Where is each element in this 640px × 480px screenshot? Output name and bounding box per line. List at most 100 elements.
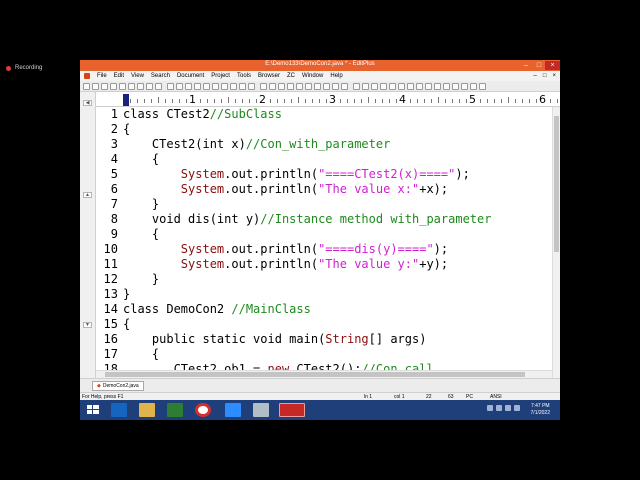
menu-window[interactable]: Window — [302, 73, 323, 79]
toolbar-button-icon[interactable] — [362, 82, 369, 90]
toolbar-button-icon[interactable] — [287, 82, 294, 90]
code-line[interactable]: 2{ — [96, 122, 552, 137]
code-line[interactable]: 17 { — [96, 347, 552, 362]
app-icon[interactable] — [253, 403, 269, 417]
toolbar-button-icon[interactable] — [278, 82, 285, 90]
toolbar-button-icon[interactable] — [185, 82, 192, 90]
toolbar-button-icon[interactable] — [416, 82, 423, 90]
document-close-icon[interactable]: × — [552, 73, 556, 79]
toolbar-button-icon[interactable] — [314, 82, 321, 90]
toolbar-button-icon[interactable] — [371, 82, 378, 90]
vertical-scroll-thumb[interactable] — [554, 116, 559, 252]
code-line[interactable]: 1 class CTest2//SubClass — [96, 107, 552, 122]
start-button-windows-icon[interactable] — [85, 403, 101, 417]
code-line[interactable]: 5 System.out.println("====CTest2(x)===="… — [96, 167, 552, 182]
tray-flag-icon[interactable] — [514, 405, 520, 411]
toolbar-button-icon[interactable] — [479, 82, 486, 90]
menu-tools[interactable]: Tools — [237, 73, 251, 79]
toolbar-button-icon[interactable] — [248, 82, 255, 90]
toolbar-button-icon[interactable] — [470, 82, 477, 90]
panel-arrow-up-icon[interactable]: ▲ — [83, 192, 92, 198]
minimize-icon[interactable]: – — [520, 61, 532, 70]
code-line[interactable]: 8 void dis(int y)//Instance method with_… — [96, 212, 552, 227]
toolbar-button-icon[interactable] — [128, 82, 135, 90]
code-line[interactable]: 9 { — [96, 227, 552, 242]
horizontal-scroll-thumb[interactable] — [105, 372, 525, 377]
toolbar-button-icon[interactable] — [305, 82, 312, 90]
menu-edit[interactable]: Edit — [114, 73, 124, 79]
toolbar-button-icon[interactable] — [119, 82, 126, 90]
menu-document[interactable]: Document — [177, 73, 204, 79]
document-minimize-icon[interactable]: – — [534, 73, 537, 79]
toolbar-button-icon[interactable] — [146, 82, 153, 90]
toolbar-button-icon[interactable] — [137, 82, 144, 90]
toolbar-button-icon[interactable] — [269, 82, 276, 90]
excel-icon[interactable] — [167, 403, 183, 417]
menu-file[interactable]: File — [97, 73, 107, 79]
chrome-icon[interactable] — [195, 403, 211, 417]
toolbar-button-icon[interactable] — [221, 82, 228, 90]
menu-view[interactable]: View — [131, 73, 144, 79]
toolbar-button-icon[interactable] — [398, 82, 405, 90]
taskbar-clock[interactable]: 7:47 PM 7/1/2022 — [531, 403, 550, 417]
toolbar-button-icon[interactable] — [230, 82, 237, 90]
code-line[interactable]: 4 { — [96, 152, 552, 167]
tray-network-icon[interactable] — [496, 405, 502, 411]
internet-explorer-icon[interactable] — [111, 403, 127, 417]
tray-volume-icon[interactable] — [505, 405, 511, 411]
toolbar-button-icon[interactable] — [296, 82, 303, 90]
toolbar-button-icon[interactable] — [167, 82, 174, 90]
toolbar-button-icon[interactable] — [176, 82, 183, 90]
toolbar-button-icon[interactable] — [239, 82, 246, 90]
toolbar-button-icon[interactable] — [83, 82, 90, 90]
toolbar-button-icon[interactable] — [203, 82, 210, 90]
toolbar-button-icon[interactable] — [380, 82, 387, 90]
menu-project[interactable]: Project — [211, 73, 230, 79]
code-line[interactable]: 7 } — [96, 197, 552, 212]
toolbar-button-icon[interactable] — [155, 82, 162, 90]
toolbar-button-icon[interactable] — [101, 82, 108, 90]
code-line[interactable]: 14 class DemoCon2 //MainClass — [96, 302, 552, 317]
code-line[interactable]: 6 System.out.println("The value x:"+x); — [96, 182, 552, 197]
toolbar-button-icon[interactable] — [434, 82, 441, 90]
editplus-taskbar-icon[interactable] — [279, 403, 305, 417]
toolbar-button-icon[interactable] — [92, 82, 99, 90]
menu-browser[interactable]: Browser — [258, 73, 280, 79]
code-line[interactable]: 13} — [96, 287, 552, 302]
code-line[interactable]: 11 System.out.println("The value y:"+y); — [96, 257, 552, 272]
toolbar-button-icon[interactable] — [194, 82, 201, 90]
horizontal-scrollbar[interactable] — [96, 370, 552, 378]
panel-arrow-left-icon[interactable]: ◀ — [83, 100, 92, 106]
toolbar-button-icon[interactable] — [461, 82, 468, 90]
code-line[interactable]: 10 System.out.println("====dis(y)===="); — [96, 242, 552, 257]
menu-help[interactable]: Help — [330, 73, 342, 79]
toolbar-button-icon[interactable] — [323, 82, 330, 90]
panel-arrow-down-icon[interactable]: ▼ — [83, 322, 92, 328]
maximize-icon[interactable]: □ — [533, 61, 545, 70]
code-line[interactable]: 12 } — [96, 272, 552, 287]
toolbar-button-icon[interactable] — [425, 82, 432, 90]
tab-democon2[interactable]: ◆ DemoCon2.java — [92, 381, 144, 391]
toolbar-button-icon[interactable] — [389, 82, 396, 90]
toolbar-button-icon[interactable] — [110, 82, 117, 90]
toolbar-button-icon[interactable] — [212, 82, 219, 90]
close-icon[interactable]: × — [545, 61, 560, 70]
toolbar-button-icon[interactable] — [353, 82, 360, 90]
toolbar-button-icon[interactable] — [452, 82, 459, 90]
menu-search[interactable]: Search — [151, 73, 170, 79]
toolbar-button-icon[interactable] — [260, 82, 267, 90]
toolbar-button-icon[interactable] — [443, 82, 450, 90]
code-editor[interactable]: 1 class CTest2//SubClass 2{3 CTest2(int x)… — [96, 107, 552, 370]
toolbar-button-icon[interactable] — [341, 82, 348, 90]
zoom-icon[interactable] — [225, 403, 241, 417]
tray-arrow-icon[interactable] — [487, 405, 493, 411]
toolbar-button-icon[interactable] — [332, 82, 339, 90]
toolbar-button-icon[interactable] — [407, 82, 414, 90]
document-restore-icon[interactable]: □ — [543, 73, 547, 79]
code-line[interactable]: 15 { — [96, 317, 552, 332]
vertical-scrollbar[interactable] — [552, 107, 560, 378]
code-line[interactable]: 16 public static void main(String[] args… — [96, 332, 552, 347]
menu-zc[interactable]: ZC — [287, 73, 295, 79]
file-explorer-icon[interactable] — [139, 403, 155, 417]
code-line[interactable]: 3 CTest2(int x)//Con_with_parameter — [96, 137, 552, 152]
